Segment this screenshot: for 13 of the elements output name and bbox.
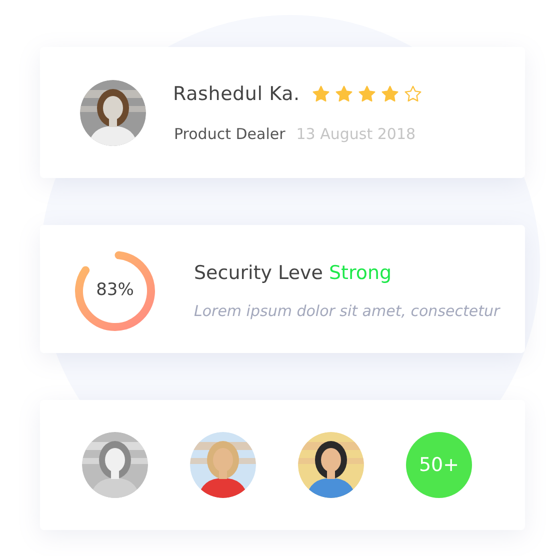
profile-name: Rashedul Ka. (173, 82, 300, 107)
date-text: 13 August 2018 (296, 124, 416, 144)
security-status: Strong (328, 261, 392, 286)
security-label: Security Leve (194, 261, 323, 286)
description-text: Lorem ipsum dolor sit amet, consectetur (194, 300, 500, 322)
star-icon (312, 85, 330, 104)
more-count-badge: 50+ (406, 432, 472, 498)
star-icon (380, 85, 399, 104)
role-text: Product Dealer (174, 124, 286, 144)
star-icon (404, 85, 422, 104)
star-icon (334, 85, 353, 104)
percent-text: 83% (95, 278, 135, 302)
star-icon (358, 85, 376, 104)
